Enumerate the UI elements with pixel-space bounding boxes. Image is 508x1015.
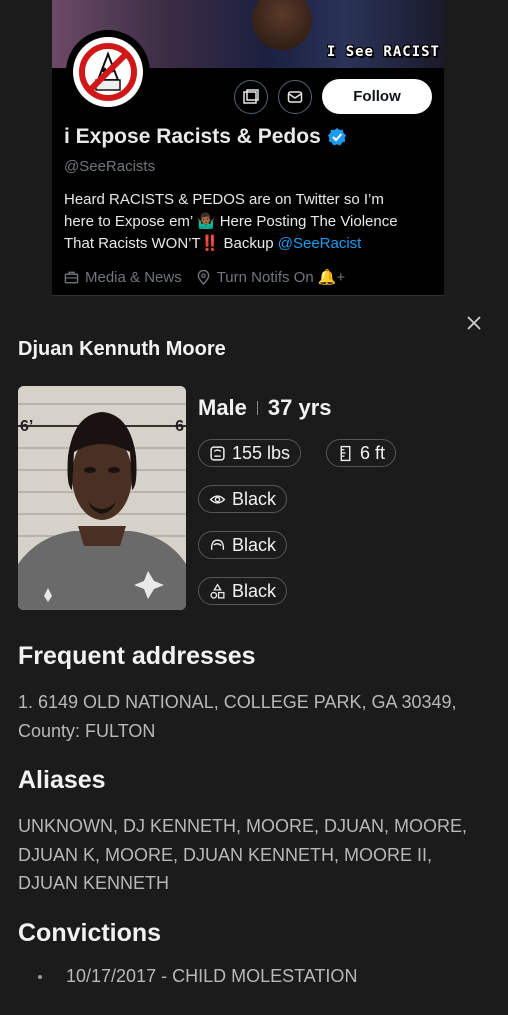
message-button[interactable] — [278, 80, 312, 114]
addresses-title: Frequent addresses — [18, 642, 256, 670]
person-name: Djuan Kennuth Moore — [18, 338, 226, 360]
bio-link[interactable]: @SeeRacist — [278, 235, 362, 252]
gender: Male — [198, 395, 247, 420]
location-pin-icon — [197, 269, 210, 285]
address-line: 1. 6149 OLD NATIONAL, COLLEGE PARK, GA 3… — [18, 692, 457, 712]
eye-color-chip: Black — [198, 485, 288, 513]
double-exclamation-icon: ‼️ — [200, 235, 220, 252]
age: 37 yrs — [267, 395, 332, 420]
hair-icon — [210, 538, 225, 550]
convictions-title: Convictions — [18, 919, 162, 947]
handle: @SeeRacists — [64, 158, 156, 175]
profile-avatar[interactable] — [66, 30, 150, 114]
height-chip: 6 ft — [326, 439, 397, 467]
bio-line: Heard RACISTS & PEDOS are on Twitter so … — [64, 191, 384, 208]
twitter-profile-card: I See RACIST Follow i Expose Racists & P… — [52, 0, 444, 296]
briefcase-icon — [64, 271, 79, 283]
scale-icon — [210, 445, 225, 461]
close-icon — [467, 316, 481, 330]
bio-line: That Racists WON’T‼️ Backup @SeeRacist — [64, 233, 436, 255]
banner-photo — [252, 0, 312, 50]
alias-line: DJUAN K, MOORE, DJUAN KENNETH, MOORE II, — [18, 844, 433, 865]
height-value: 6 ft — [360, 442, 386, 463]
race-chip: Black — [198, 577, 288, 605]
bio-text: That Racists WON’T — [64, 235, 201, 252]
ruler-icon — [340, 445, 351, 461]
verified-badge-icon — [327, 128, 346, 146]
shapes-icon — [210, 582, 225, 599]
conviction-item: 10/17/2017 - CHILD MOLESTATION — [38, 966, 357, 987]
height-mark-left: 6’ — [20, 418, 34, 435]
display-name: i Expose Racists & Pedos — [64, 125, 321, 148]
location-label: Turn Notifs On 🔔+ — [216, 269, 346, 286]
follow-button[interactable]: Follow — [322, 79, 432, 114]
hair-color-value: Black — [232, 534, 277, 555]
envelope-icon — [287, 91, 303, 103]
close-button[interactable] — [463, 312, 485, 334]
category-label: Media & News — [85, 268, 182, 286]
hair-color-chip: Black — [198, 531, 288, 559]
display-name-row: i Expose Racists & Pedos — [64, 125, 347, 149]
bio-line: here to Expose em’ 🤷🏾‍♂️ Here Posting Th… — [64, 213, 398, 230]
weight-value: 155 lbs — [232, 442, 291, 463]
alias-line: DJUAN KENNETH — [18, 873, 170, 893]
alias-line: UNKNOWN, DJ KENNETH, MOORE, DJUAN, MOORE… — [18, 816, 468, 836]
banner-caption: I See RACIST — [326, 44, 440, 60]
county-line: County: FULTON — [18, 720, 156, 741]
gender-age-line: Male 37 yrs — [198, 395, 332, 421]
bullet — [38, 974, 42, 979]
height-mark-right: 6 — [175, 418, 184, 435]
profile-meta: Media & News Turn Notifs On 🔔+ — [64, 268, 345, 286]
conviction-text: 10/17/2017 - CHILD MOLESTATION — [66, 966, 358, 986]
more-options-button[interactable] — [234, 80, 268, 114]
aliases-text: UNKNOWN, DJ KENNETH, MOORE, DJUAN, MOORE… — [18, 812, 493, 898]
media-icon — [243, 89, 259, 104]
aliases-title: Aliases — [18, 766, 106, 794]
race-value: Black — [232, 580, 277, 601]
bio-text: Backup — [219, 235, 278, 252]
divider — [256, 401, 258, 415]
no-racism-logo — [73, 37, 143, 107]
eye-color-value: Black — [232, 488, 277, 509]
bio: Heard RACISTS & PEDOS are on Twitter so … — [64, 189, 436, 255]
eye-icon — [209, 494, 226, 504]
weight-chip: 155 lbs — [198, 439, 302, 467]
address-text: 1. 6149 OLD NATIONAL, COLLEGE PARK, GA 3… — [18, 688, 493, 745]
mugshot-photo[interactable]: 6’ 6 — [18, 386, 186, 610]
